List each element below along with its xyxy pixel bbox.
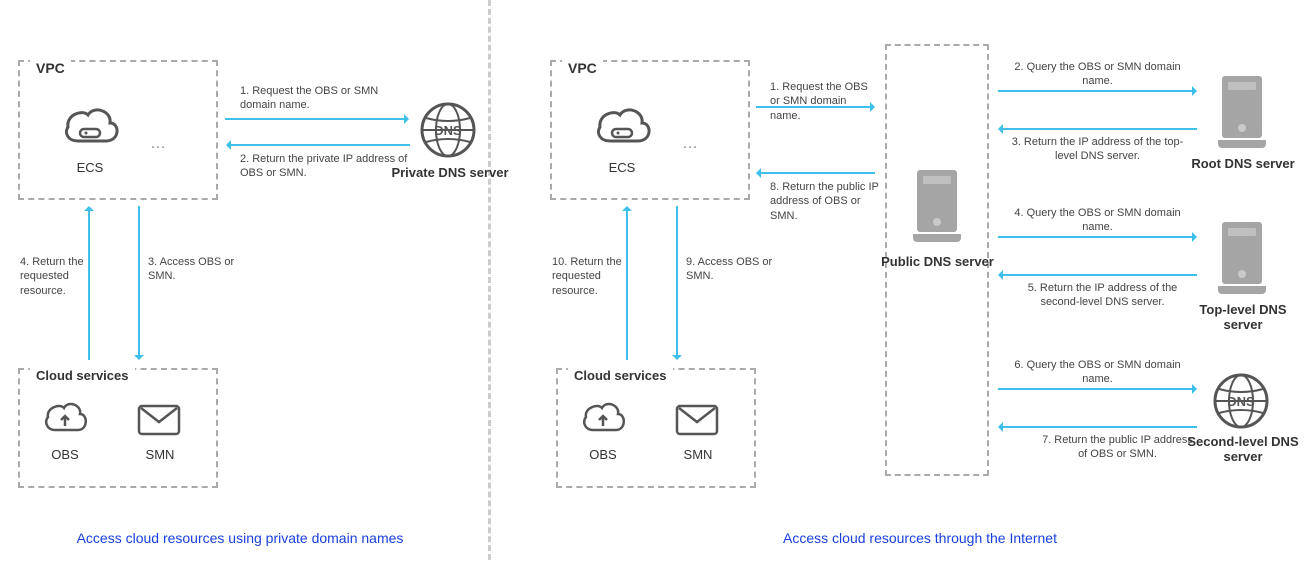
smn-label: SMN — [100, 447, 220, 462]
obs-icon-r — [578, 400, 628, 440]
arrow-step3 — [138, 206, 140, 356]
arrow-r9 — [676, 206, 678, 356]
step2-text: 2. Return the private IP address of OBS … — [240, 152, 410, 181]
step1-text: 1. Request the OBS or SMN domain name. — [240, 84, 410, 113]
root-dns-label: Root DNS server — [1185, 156, 1301, 171]
ecs-icon — [58, 105, 122, 153]
arrow-r8 — [760, 172, 875, 174]
r-step10: 10. Return the requested resource. — [552, 255, 624, 298]
arrow-r5 — [1002, 274, 1197, 276]
tld-dns-label: Top-level DNS server — [1185, 302, 1301, 332]
ecs-icon-r — [590, 105, 654, 153]
r-step1: 1. Request the OBS or SMN domain name. — [770, 80, 875, 123]
smn-label-r: SMN — [638, 447, 758, 462]
svg-text:DNS: DNS — [1227, 394, 1255, 409]
arrow-step4 — [88, 210, 90, 360]
r-step3: 3. Return the IP address of the top-leve… — [1010, 135, 1185, 164]
arrow-step2 — [230, 144, 410, 146]
root-dns-icon — [1218, 76, 1266, 148]
vertical-divider — [488, 0, 491, 560]
r-step6: 6. Query the OBS or SMN domain name. — [1010, 358, 1185, 387]
cloud-title: Cloud services — [30, 368, 135, 383]
dots: … — [150, 135, 168, 153]
svg-text:DNS: DNS — [434, 123, 462, 138]
cloud-title-r: Cloud services — [568, 368, 673, 383]
arrow-r3 — [1002, 128, 1197, 130]
step4-text: 4. Return the requested resource. — [20, 255, 85, 298]
arrow-r6 — [998, 388, 1193, 390]
obs-icon — [40, 400, 90, 440]
r-step2: 2. Query the OBS or SMN domain name. — [1010, 60, 1185, 89]
arrow-r4 — [998, 236, 1193, 238]
arrow-r7 — [1002, 426, 1197, 428]
r-step8: 8. Return the public IP address of OBS o… — [770, 180, 882, 223]
step3-text: 3. Access OBS or SMN. — [148, 255, 238, 284]
vpc-title-r: VPC — [562, 60, 603, 76]
dots-r: … — [682, 135, 700, 153]
public-dns-server-icon — [913, 170, 961, 242]
ecs-label: ECS — [30, 160, 150, 175]
ecs-label-r: ECS — [562, 160, 682, 175]
smn-icon — [135, 402, 183, 438]
arrow-r2 — [998, 90, 1193, 92]
r-step9: 9. Access OBS or SMN. — [686, 255, 776, 284]
vpc-title: VPC — [30, 60, 71, 76]
smn-icon-r — [673, 402, 721, 438]
r-step7: 7. Return the public IP address of OBS o… — [1040, 433, 1195, 462]
public-dns-label: Public DNS server — [880, 254, 995, 269]
r-step4: 4. Query the OBS or SMN domain name. — [1010, 206, 1185, 235]
dns-icon: DNS — [420, 102, 476, 158]
tld-dns-icon — [1218, 222, 1266, 294]
arrow-step1 — [225, 118, 405, 120]
sld-dns-label: Second-level DNS server — [1183, 434, 1303, 464]
r-step5: 5. Return the IP address of the second-l… — [1010, 281, 1195, 310]
caption-left: Access cloud resources using private dom… — [60, 530, 420, 546]
caption-right: Access cloud resources through the Inter… — [730, 530, 1110, 546]
arrow-r10 — [626, 210, 628, 360]
sld-dns-icon: DNS — [1213, 373, 1269, 429]
